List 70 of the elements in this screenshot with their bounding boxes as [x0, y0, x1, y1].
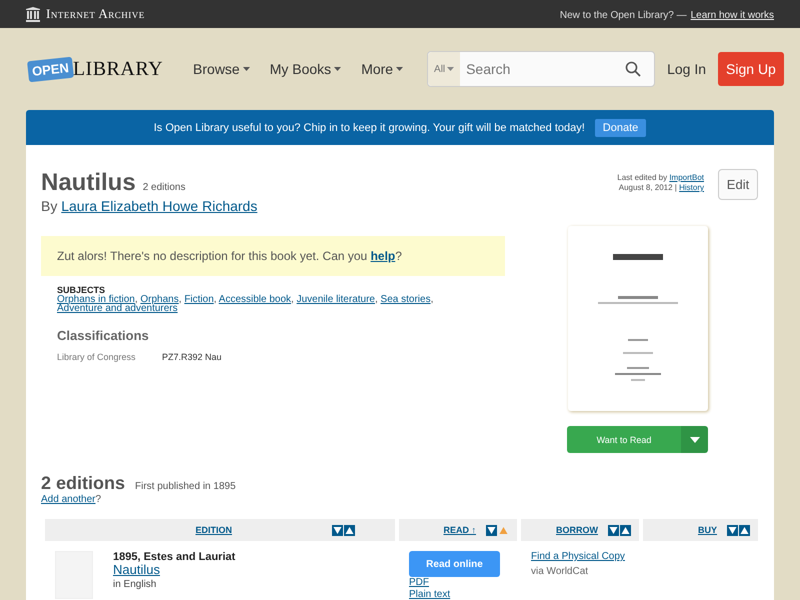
caret-icon	[396, 67, 404, 71]
nav-menu[interactable]: Browse	[193, 61, 250, 77]
subject-link[interactable]: Orphans	[140, 294, 179, 305]
subject-separator: ,	[134, 294, 138, 305]
learn-link[interactable]: Learn how it works	[690, 10, 774, 21]
sort-up-icon	[620, 524, 631, 536]
editions-heading: 2 editions	[41, 473, 126, 494]
banner-text: Is Open Library useful to you? Chip in to keep it growing. Your gift will be matched today!	[154, 122, 585, 134]
sort-link[interactable]: BORROW	[556, 525, 598, 535]
sort-down-icon	[727, 524, 738, 536]
search-field[interactable]: All Search	[427, 51, 656, 87]
site-logo: OPEN LIBRARY	[28, 58, 164, 80]
shelf-dropdown-button[interactable]	[681, 426, 708, 453]
nav-menu[interactable]: My Books	[270, 61, 342, 77]
subject-link[interactable]: Juvenile literature	[296, 294, 375, 305]
login-link[interactable]: Log In	[667, 61, 706, 77]
search-icon[interactable]	[625, 61, 642, 77]
subject-link[interactable]: Orphans in fiction	[57, 294, 135, 305]
help-link[interactable]: help	[370, 249, 396, 263]
via-source: via WorldCat	[531, 566, 590, 577]
nav-menu[interactable]: More	[361, 61, 404, 77]
temple-icon	[26, 6, 40, 22]
subject-separator: ,	[214, 294, 217, 305]
search-scope[interactable]: All	[428, 52, 460, 86]
subject-link[interactable]: Sea stories	[380, 294, 431, 305]
sort-link[interactable]: BUY	[698, 525, 717, 535]
caret-icon	[447, 67, 454, 71]
format-link[interactable]: PDF	[409, 577, 513, 589]
subject-separator: ,	[178, 294, 182, 305]
signup-button[interactable]: Sign Up	[718, 52, 784, 86]
edition-language: in English	[113, 579, 158, 590]
first-published: First published in 1895	[135, 481, 236, 492]
caret-icon	[334, 67, 342, 71]
add-another-link[interactable]: Add another	[41, 494, 96, 505]
subject-separator: ,	[430, 294, 434, 305]
sort-down-icon	[608, 524, 619, 536]
subject-link[interactable]: Adventure and adventurers	[57, 303, 178, 314]
edit-info: Last edited by ImportBot August 8, 2012 | History	[617, 172, 704, 193]
topbar-prompt: New to the Open Library? —	[560, 10, 687, 21]
subject-separator: ,	[291, 294, 294, 305]
sort-up-icon	[344, 524, 355, 536]
sort-up-icon	[498, 524, 509, 536]
editions-count: 2 editions	[142, 182, 186, 193]
edition-publisher: 1895, Estes and Lauriat	[113, 551, 236, 563]
subject-link[interactable]: Fiction	[184, 294, 214, 305]
history-link[interactable]: History	[679, 183, 704, 192]
subject-link[interactable]: Accessible book	[218, 294, 292, 305]
caret-icon	[690, 436, 700, 442]
classification-label: Library of Congress	[57, 352, 137, 362]
editor-link[interactable]: ImportBot	[669, 173, 704, 182]
sort-link[interactable]: READ ↑	[443, 525, 476, 535]
sort-down-icon	[486, 524, 497, 536]
format-link[interactable]: Plain text	[409, 589, 513, 600]
by-label: By	[41, 198, 58, 214]
subjects-heading: SUBJECTS	[57, 285, 106, 295]
edition-title-link[interactable]: Nautilus	[113, 563, 236, 577]
book-title: Nautilus	[41, 169, 136, 197]
caret-icon	[242, 67, 250, 71]
classifications-heading: Classifications	[57, 328, 150, 343]
question-mark: ?	[96, 494, 102, 505]
edit-button[interactable]: Edit	[718, 169, 758, 200]
brand-logo: Internet Archive	[26, 6, 145, 22]
classification-value: PZ7.R392 Nau	[162, 352, 222, 362]
sort-down-icon	[332, 524, 343, 536]
subject-separator: ,	[374, 294, 378, 305]
description-notice: Zut alors! There's no description for this book yet. Can you help?	[41, 236, 505, 276]
find-copy-link[interactable]: Find a Physical Copy	[531, 551, 625, 562]
sort-up-icon	[739, 524, 750, 536]
author-link[interactable]: Laura Elizabeth Howe Richards	[61, 198, 258, 214]
sort-link[interactable]: EDITION	[195, 525, 232, 535]
